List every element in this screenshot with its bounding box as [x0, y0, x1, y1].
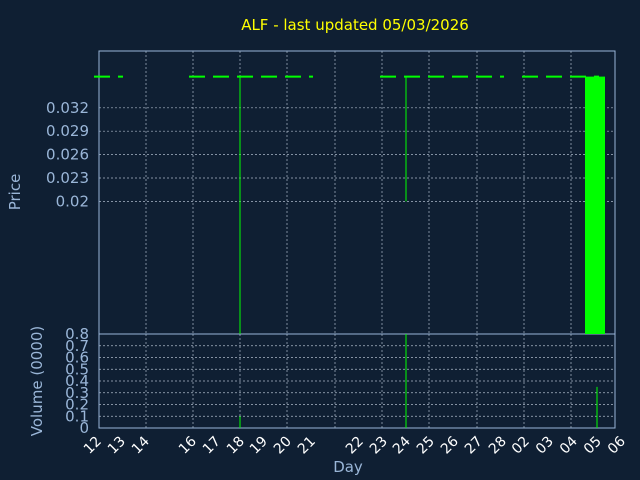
x-tick-label: 06 — [605, 433, 629, 457]
x-tick-label: 18 — [224, 434, 248, 458]
volume-grid — [98, 333, 615, 429]
x-tick-label: 19 — [247, 434, 271, 458]
price-plot-frame — [98, 50, 616, 335]
x-tick-label: 24 — [390, 433, 414, 457]
x-tick-label: 02 — [509, 434, 533, 458]
x-tick-label: 21 — [295, 434, 319, 458]
price-marks — [94, 75, 605, 334]
chart-title: ALF - last updated 05/03/2026 — [241, 16, 469, 34]
price-tick-label: 0.026 — [46, 146, 89, 164]
price-candle — [585, 76, 605, 334]
volume-tick-label: 0 — [79, 419, 89, 437]
volume-axis-label: Volume (0000) — [28, 326, 46, 436]
x-tick-label: 27 — [462, 434, 486, 458]
price-grid — [98, 51, 615, 334]
x-tick-labels: 12 13 14 16 17 18 19 20 21 22 23 24 25 26 27 28 02 03 04 05… — [81, 433, 629, 457]
x-tick-label: 03 — [533, 434, 557, 458]
price-tick-label: 0.029 — [46, 122, 89, 140]
x-tick-label: 17 — [200, 434, 224, 458]
x-tick-label: 28 — [486, 434, 510, 458]
x-axis-label: Day — [333, 458, 363, 476]
price-tick-label: 0.02 — [56, 192, 89, 210]
price-axis-label: Price — [6, 174, 24, 211]
volume-tick-labels: 0.80.70.60.50.40.30.20.10 — [65, 325, 89, 437]
x-tick-label: 26 — [438, 433, 462, 457]
x-tick-label: 20 — [271, 434, 295, 458]
x-tick-label: 13 — [105, 434, 129, 458]
x-tick-label: 16 — [176, 433, 200, 457]
x-tick-label: 23 — [367, 434, 391, 458]
price-volume-chart: ALF - last updated 05/03/2026 0.032 0.029… — [6, 16, 629, 476]
x-tick-label: 04 — [557, 433, 581, 457]
x-tick-label: 25 — [414, 434, 438, 458]
price-tick-labels: 0.032 0.029 0.026 0.023 0.02 — [46, 99, 89, 211]
price-tick-label: 0.023 — [46, 169, 89, 187]
x-tick-label: 05 — [581, 434, 605, 458]
price-tick-label: 0.032 — [46, 99, 89, 117]
x-tick-label: 22 — [343, 434, 367, 458]
x-tick-label: 14 — [129, 433, 153, 457]
x-tick-label: 12 — [81, 434, 105, 458]
